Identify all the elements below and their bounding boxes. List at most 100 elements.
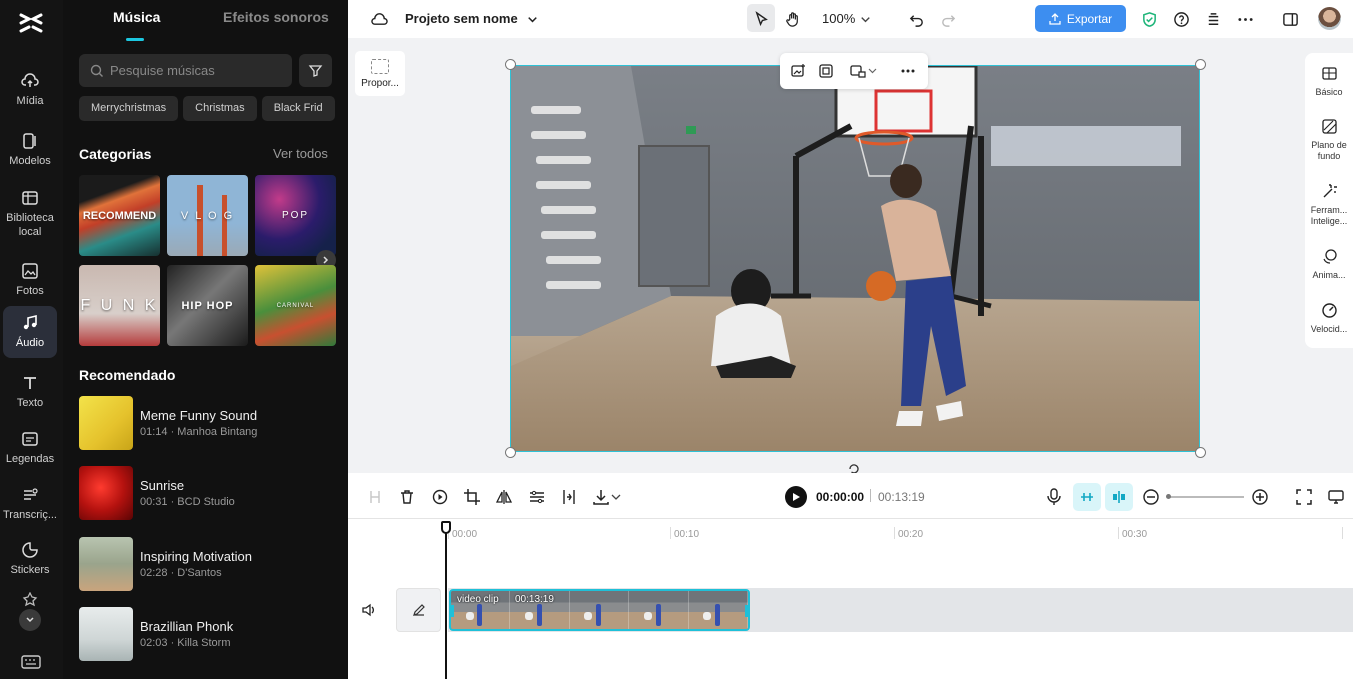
clip-trim-handle-right[interactable] — [745, 605, 748, 617]
zoom-slider-knob[interactable] — [1166, 494, 1171, 499]
magnet-snap-button[interactable] — [1073, 483, 1101, 511]
video-clip[interactable]: video clip 00:13:19 — [449, 589, 750, 631]
redo-icon[interactable] — [936, 7, 960, 31]
audio-panel: Música Efeitos sonoros MerrychristmasChr… — [63, 0, 348, 679]
category-label: CARNIVAL — [276, 302, 315, 309]
replace-media-icon[interactable] — [850, 63, 866, 79]
playhead-grip[interactable] — [441, 521, 451, 534]
rail-item-stickers[interactable]: Stickers — [3, 533, 57, 585]
category-carnival[interactable]: CARNIVAL — [255, 265, 336, 346]
tab-musica[interactable]: Música — [113, 9, 160, 25]
delete-icon[interactable] — [398, 488, 416, 506]
clip-trim-handle-left[interactable] — [451, 605, 454, 617]
speaker-icon[interactable] — [361, 602, 377, 618]
track-item[interactable]: Brazillian Phonk 02:03 · Killa Storm — [79, 607, 339, 661]
rp-basico[interactable]: Básico — [1305, 65, 1353, 98]
video-preview[interactable] — [510, 65, 1200, 452]
rp-ferramentas-inteligentes[interactable]: Ferram... Intelige... — [1305, 183, 1353, 227]
chevron-down-icon[interactable] — [868, 63, 877, 79]
zoom-out-icon[interactable] — [1142, 488, 1160, 506]
rp-label: Básico — [1315, 87, 1343, 97]
crop-frame-icon[interactable] — [818, 63, 834, 79]
chevron-down-icon[interactable] — [520, 7, 544, 31]
preview-monitor-icon[interactable] — [1327, 488, 1345, 506]
templates-icon — [23, 133, 36, 149]
avatar[interactable] — [1318, 7, 1341, 30]
resize-handle-br[interactable] — [1195, 447, 1206, 458]
rail-item-biblioteca[interactable]: Biblioteca local — [3, 184, 57, 244]
rp-velocidade[interactable]: Velocid... — [1305, 302, 1353, 335]
link-clips-button[interactable] — [1105, 483, 1133, 511]
chip-tag[interactable]: Merrychristmas — [79, 96, 179, 121]
rail-expand-button[interactable] — [19, 609, 41, 631]
export-button[interactable]: Exportar — [1035, 5, 1126, 32]
category-pop[interactable]: POP — [255, 175, 336, 256]
fit-timeline-icon[interactable] — [1295, 488, 1313, 506]
replay-icon[interactable] — [431, 488, 449, 506]
crop-icon[interactable] — [463, 488, 481, 506]
track-item[interactable]: Sunrise 00:31 · BCD Studio — [79, 466, 339, 520]
properties-panel: Básico Plano de fundo Ferram... Intelige… — [1305, 53, 1353, 348]
track-item[interactable]: Meme Funny Sound 01:14 · Manhoa Bintang — [79, 396, 339, 450]
split-icon[interactable] — [366, 488, 384, 506]
undo-icon[interactable] — [904, 7, 928, 31]
resize-handle-tr[interactable] — [1195, 59, 1206, 70]
playhead[interactable] — [441, 521, 451, 679]
see-all-link[interactable]: Ver todos — [273, 146, 328, 161]
rail-item-texto[interactable]: Texto — [3, 366, 57, 418]
cloud-save-icon[interactable] — [367, 7, 391, 31]
rp-plano-de-fundo[interactable]: Plano de fundo — [1305, 118, 1353, 162]
rail-item-audio[interactable]: Áudio — [3, 306, 57, 358]
zoom-slider[interactable] — [1166, 494, 1244, 499]
rail-label: Legendas — [5, 453, 55, 465]
chevron-down-icon[interactable] — [611, 488, 621, 506]
chip-tag[interactable]: Christmas — [183, 96, 257, 121]
shield-icon[interactable] — [1137, 7, 1161, 31]
track-meta: 01:14 · Manhoa Bintang — [140, 426, 258, 438]
rail-item-fotos[interactable]: Fotos — [3, 254, 57, 306]
rail-item-midia[interactable]: Mídia — [3, 64, 57, 116]
rail-label: Biblioteca local — [6, 212, 54, 238]
effects-icon[interactable] — [22, 592, 38, 608]
ruler-label: 00:10 — [674, 529, 700, 540]
chip-tag[interactable]: Black Frid — [261, 96, 335, 121]
more-icon[interactable] — [1233, 7, 1257, 31]
more-icon[interactable] — [900, 63, 916, 79]
help-icon[interactable] — [1169, 7, 1193, 31]
keyboard-icon[interactable] — [21, 654, 41, 670]
microphone-icon[interactable] — [1045, 488, 1063, 506]
cursor-icon[interactable] — [749, 7, 773, 31]
zoom-in-icon[interactable] — [1251, 488, 1269, 506]
rail-item-transcricao[interactable]: Transcriç... — [3, 478, 57, 530]
filter-button[interactable] — [299, 54, 332, 87]
search-input[interactable] — [110, 63, 280, 78]
resize-handle-tl[interactable] — [505, 59, 516, 70]
category-vlog[interactable]: V L O G — [167, 175, 248, 256]
category-recommend[interactable]: RECOMMEND — [79, 175, 160, 256]
rail-item-legendas[interactable]: Legendas — [3, 422, 57, 474]
layers-icon[interactable] — [1201, 7, 1225, 31]
layout-panel-icon[interactable] — [1278, 7, 1302, 31]
rp-animacao[interactable]: Anima... — [1305, 248, 1353, 281]
category-funk[interactable]: F U N K — [79, 265, 160, 346]
download-icon[interactable] — [592, 488, 610, 506]
project-name[interactable]: Projeto sem nome — [405, 11, 518, 26]
capcut-logo-icon — [19, 13, 43, 33]
tab-efeitos-sonoros[interactable]: Efeitos sonoros — [223, 9, 329, 25]
timeline[interactable]: 00:00 00:10 00:20 00:30 video clip 00:13… — [348, 519, 1353, 679]
trim-icon[interactable] — [560, 488, 578, 506]
play-button[interactable] — [785, 486, 807, 508]
chevron-down-icon[interactable] — [853, 7, 877, 31]
rail-item-modelos[interactable]: Modelos — [3, 124, 57, 176]
hand-icon[interactable] — [781, 7, 805, 31]
cover-edit-button[interactable] — [396, 588, 441, 632]
track-item[interactable]: Inspiring Motivation 02:28 · D'Santos — [79, 537, 339, 591]
resize-handle-bl[interactable] — [505, 447, 516, 458]
aspect-ratio-button[interactable]: Propor... — [355, 51, 405, 96]
mirror-icon[interactable] — [495, 488, 513, 506]
zoom-level[interactable]: 100% — [822, 11, 855, 26]
library-icon — [22, 191, 38, 205]
category-hiphop[interactable]: HIP HOP — [167, 265, 248, 346]
add-image-icon[interactable] — [790, 63, 806, 79]
adjust-icon[interactable] — [528, 488, 546, 506]
